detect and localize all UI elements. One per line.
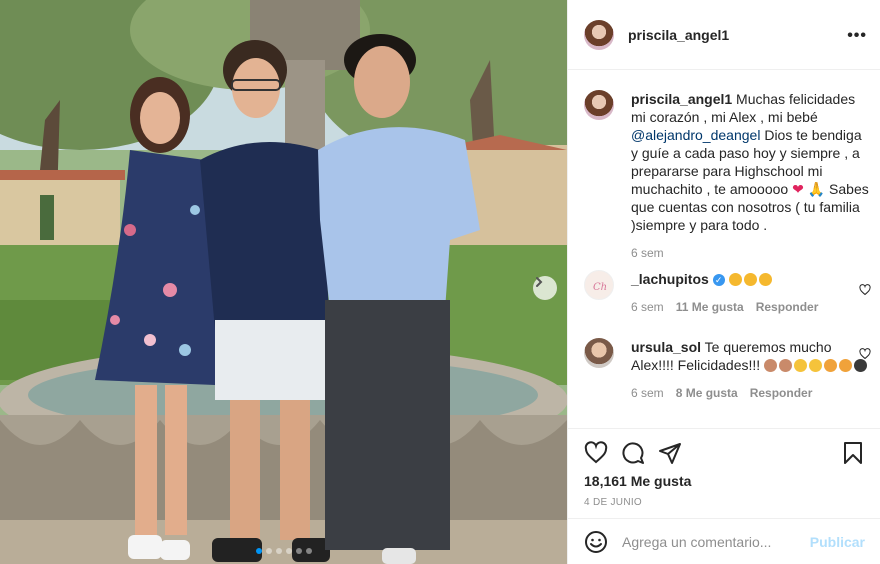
share-icon[interactable] — [658, 441, 682, 465]
post-header: priscila_angel1 ••• — [568, 0, 880, 70]
instagram-post-view: priscila_angel1 ••• priscila_angel1 Much… — [0, 0, 880, 564]
verified-badge-icon: ✓ — [712, 274, 725, 287]
svg-text:Ch: Ch — [593, 282, 607, 293]
more-options-icon[interactable]: ••• — [847, 27, 867, 45]
carousel-dot — [295, 548, 302, 554]
praying-hands-emoji: 🙏 — [807, 181, 826, 197]
publish-button[interactable]: Publicar — [810, 534, 865, 550]
post-actions: 18,161 Me gusta 4 DE JUNIO — [568, 428, 880, 518]
comment-input[interactable] — [622, 533, 810, 550]
comment-item: ursula_sol Te queremos mucho Alex!!!! Fe… — [584, 338, 871, 402]
carousel-dot — [285, 548, 292, 554]
face-emoji — [824, 359, 838, 372]
caption-time[interactable]: 6 sem — [631, 244, 664, 262]
comment-icon[interactable] — [621, 441, 645, 465]
like-comment-heart-icon[interactable] — [859, 348, 871, 360]
heart-icon[interactable] — [584, 441, 608, 465]
emoji-icon[interactable] — [584, 530, 608, 554]
smiling-face-emoji — [809, 359, 823, 372]
commenter-avatar[interactable] — [584, 338, 614, 368]
next-slide-button[interactable] — [533, 276, 557, 300]
clapping-emoji — [758, 273, 772, 286]
smiling-face-emoji — [794, 359, 808, 372]
post-details-panel: priscila_angel1 ••• priscila_angel1 Much… — [567, 0, 880, 564]
caption-username[interactable]: priscila_angel1 — [631, 91, 732, 107]
bookmark-icon[interactable] — [841, 441, 865, 465]
carousel-dot — [265, 548, 272, 554]
post-date[interactable]: 4 DE JUNIO — [584, 497, 642, 508]
comments-section: priscila_angel1 Muchas felicidades mi co… — [568, 70, 880, 428]
comment-emojis — [728, 271, 774, 287]
clapping-emoji — [728, 273, 742, 286]
comment-item: Ch _lachupitos ✓ 6 sem 11 Me gusta Respo… — [584, 270, 871, 316]
comment-likes[interactable]: 8 Me gusta — [676, 384, 738, 402]
graduate-emoji — [854, 359, 868, 372]
author-username[interactable]: priscila_angel1 — [628, 27, 729, 43]
commenter-avatar[interactable]: Ch — [584, 270, 614, 300]
caption: priscila_angel1 Muchas felicidades mi co… — [584, 90, 871, 262]
caption-avatar[interactable] — [584, 90, 614, 120]
face-emoji — [839, 359, 853, 372]
lachupitos-logo-icon: Ch — [593, 282, 607, 293]
reply-button[interactable]: Responder — [750, 384, 813, 402]
carousel-dot — [275, 548, 282, 554]
comment-username[interactable]: ursula_sol — [631, 339, 701, 355]
reply-button[interactable]: Responder — [756, 298, 819, 316]
red-heart-emoji: ❤ — [792, 181, 804, 197]
add-comment-bar: Publicar — [568, 518, 880, 564]
caption-mention[interactable]: @alejandro_deangel — [631, 127, 760, 143]
carousel-dot — [305, 548, 312, 554]
caption-text: priscila_angel1 Muchas felicidades mi co… — [631, 90, 871, 234]
clapping-emoji — [743, 273, 757, 286]
chevron-right-icon — [536, 277, 543, 287]
people-hugging-emoji — [764, 359, 778, 372]
like-comment-heart-icon[interactable] — [859, 284, 871, 296]
comment-time[interactable]: 6 sem — [631, 298, 664, 316]
carousel-dot — [255, 548, 262, 554]
comment-likes[interactable]: 11 Me gusta — [676, 298, 744, 316]
comment-username[interactable]: _lachupitos — [631, 271, 709, 287]
comment-time[interactable]: 6 sem — [631, 384, 664, 402]
like-count[interactable]: 18,161 Me gusta — [584, 473, 691, 489]
carousel-indicator — [0, 548, 567, 554]
family-photo-illustration — [0, 0, 567, 564]
post-photo[interactable] — [0, 0, 567, 564]
author-avatar[interactable] — [584, 19, 614, 50]
comment-emojis — [764, 357, 869, 373]
people-hugging-emoji — [779, 359, 793, 372]
